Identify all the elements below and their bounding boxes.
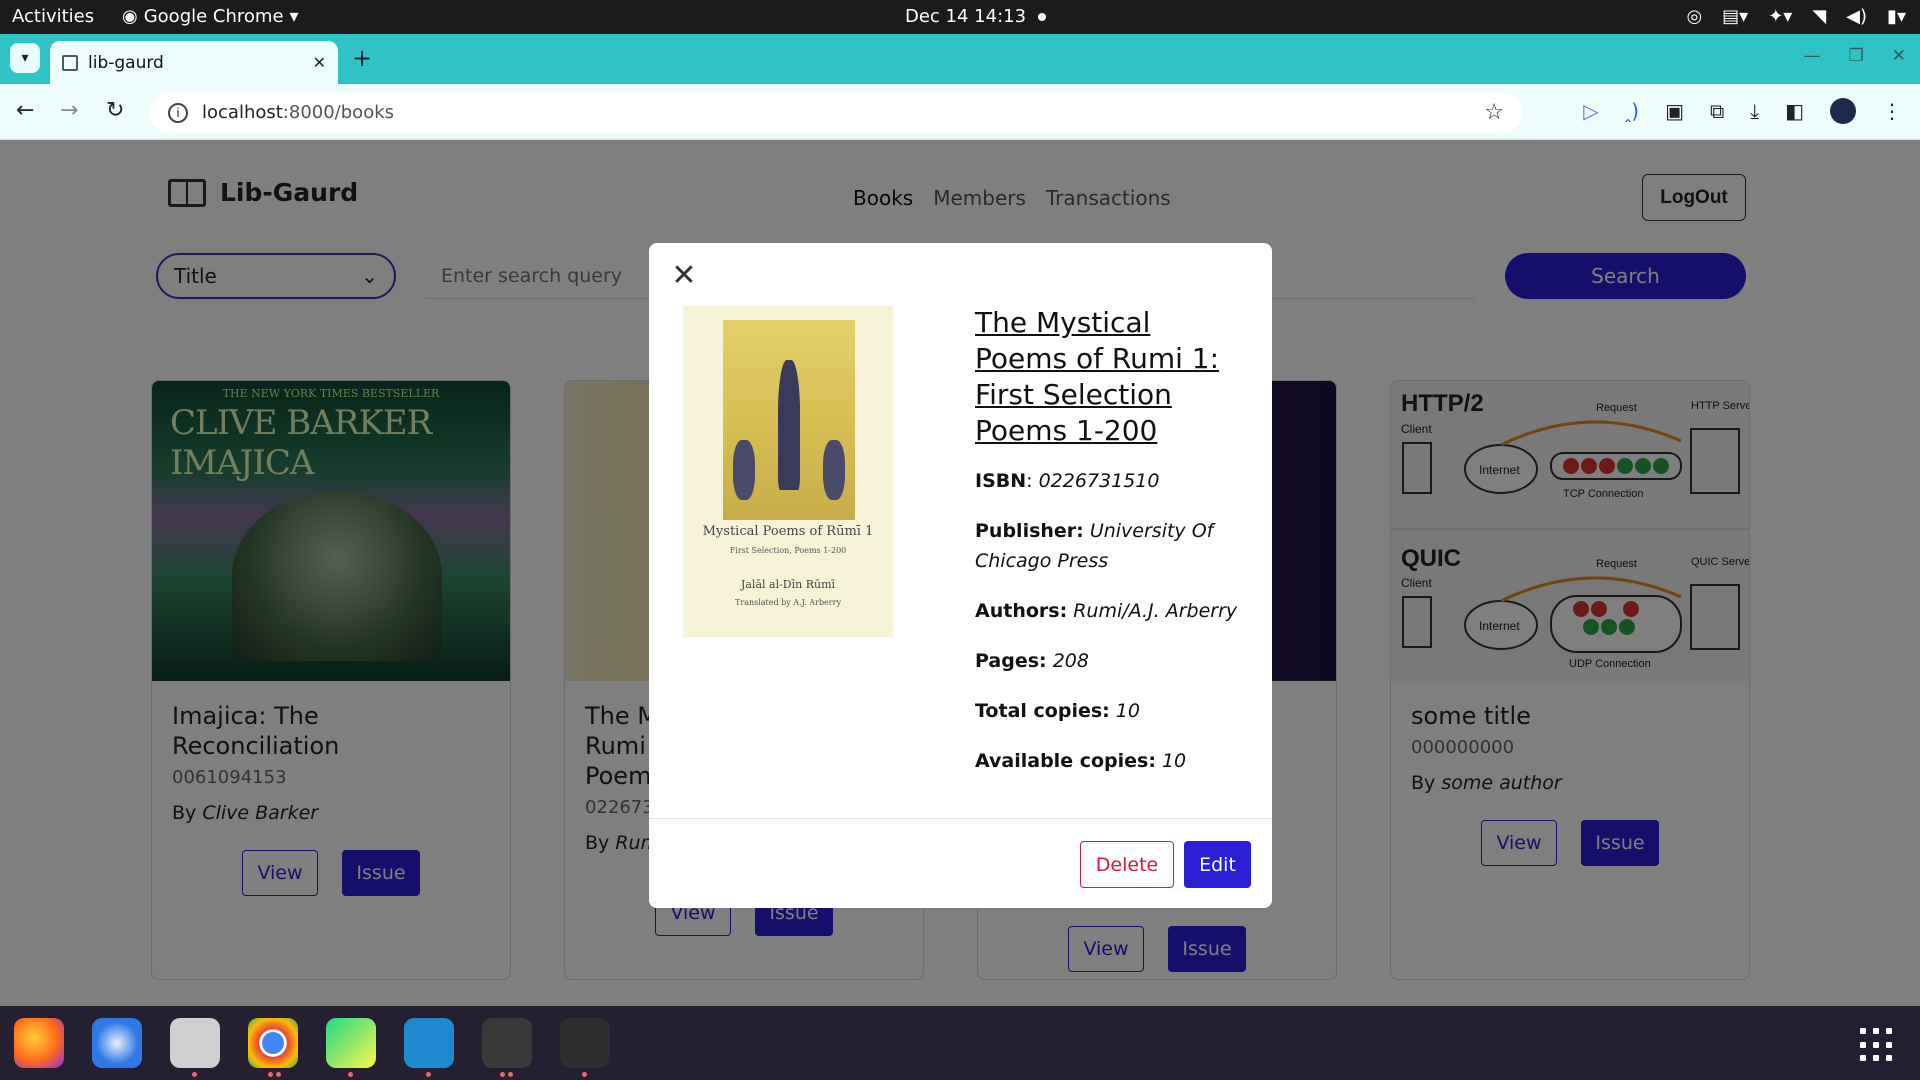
tab-strip: ▾ lib-gaurd ✕ + — ❐ ✕ [0, 34, 1920, 84]
download-icon[interactable]: ⤓ [1750, 99, 1759, 123]
clock-text: Dec 14 14:13 [905, 6, 1027, 27]
side-panel-icon[interactable]: ◧ [1785, 99, 1804, 123]
tab-title: lib-gaurd [88, 52, 164, 73]
edit-button[interactable]: Edit [1184, 841, 1251, 888]
url-host: localhost [202, 102, 283, 123]
cover-title: Mystical Poems of Rūmī 1 [702, 524, 874, 539]
volume-icon[interactable]: ◀) [1846, 6, 1867, 27]
battery-icon[interactable]: ▮▾ [1887, 6, 1906, 27]
available-copies-field: Available copies: 10 [975, 746, 1245, 776]
chrome-icon: ◉ [122, 6, 138, 27]
isbn-value: 0226731510 [1038, 470, 1160, 492]
chrome-icon[interactable] [248, 1018, 298, 1068]
app-name: Google Chrome [143, 6, 284, 27]
pages-field: Pages: 208 [975, 646, 1245, 676]
activities-button[interactable]: Activities [12, 6, 94, 27]
files-icon[interactable] [170, 1018, 220, 1068]
publisher-field: Publisher: University Of Chicago Press [975, 516, 1245, 576]
isbn-label: ISBN [975, 470, 1027, 492]
authors-label: Authors: [975, 600, 1068, 622]
tab-lib-gaurd[interactable]: lib-gaurd ✕ [50, 41, 338, 84]
cover-figure [733, 440, 755, 500]
browser-toolbar: ← → ↻ i localhost:8000/books ☆ ▷ ꞈ) ▣ ⧉ … [0, 84, 1920, 140]
page-content: Lib-Gaurd Books Members Transactions Log… [0, 140, 1920, 1006]
url-text[interactable]: localhost:8000/books [202, 102, 1470, 123]
firefox-icon[interactable] [14, 1018, 64, 1068]
authors-value: Rumi/A.J. Arberry [1073, 600, 1238, 622]
system-monitor-icon[interactable] [560, 1018, 610, 1068]
pycharm-icon[interactable] [326, 1018, 376, 1068]
accessibility-icon[interactable]: ✦▾ [1768, 6, 1792, 27]
chevron-down-icon: ▾ [289, 6, 299, 27]
running-indicator [582, 1072, 587, 1077]
audio-extension-icon[interactable]: ꞈ) [1625, 99, 1639, 124]
cover-figure [823, 440, 845, 500]
wifi-icon[interactable]: ◥ [1812, 6, 1826, 27]
clock[interactable]: Dec 14 14:13 [905, 6, 1047, 27]
tab-search-button[interactable]: ▾ [10, 43, 40, 73]
system-tray[interactable]: ◎ ▤▾ ✦▾ ◥ ◀) ▮▾ [1686, 6, 1906, 27]
book-details-modal: ✕ Mystical Poems of Rūmī 1 First Selecti… [649, 243, 1272, 908]
terminal-icon[interactable] [482, 1018, 532, 1068]
show-apps-grid-icon[interactable] [1860, 1028, 1894, 1062]
page-favicon [62, 54, 78, 71]
back-icon[interactable]: ← [16, 98, 34, 123]
extensions-area: ▷ ꞈ) ▣ ⧉ ⤓ ◧ ⋮ [1583, 98, 1902, 124]
total-copies-label: Total copies: [975, 700, 1110, 722]
forward-icon[interactable]: → [60, 98, 78, 123]
system-top-bar: Activities ◉ Google Chrome ▾ Dec 14 14:13 … [0, 0, 1920, 34]
restore-icon[interactable]: ❐ [1849, 46, 1864, 66]
taskbar-dock [0, 1006, 1920, 1080]
running-indicator [276, 1072, 281, 1077]
window-controls: — ❐ ✕ [1804, 46, 1907, 66]
address-bar[interactable]: i localhost:8000/books ☆ [150, 92, 1522, 133]
modal-title: The Mystical Poems of Rumi 1: First Sele… [975, 306, 1220, 447]
running-indicator [192, 1072, 197, 1077]
chrome-tray-icon[interactable]: ◎ [1686, 6, 1702, 27]
cover-subtitle: First Selection, Poems 1-200 [729, 546, 847, 555]
site-info-icon[interactable]: i [168, 102, 188, 123]
pages-label: Pages: [975, 650, 1047, 672]
play-extension-icon[interactable]: ▷ [1583, 99, 1598, 123]
running-indicator [500, 1072, 505, 1077]
cover-figure [778, 360, 800, 490]
available-copies-label: Available copies: [975, 750, 1156, 772]
thunderbird-icon[interactable] [92, 1018, 142, 1068]
notification-dot [1038, 13, 1047, 21]
total-copies-value: 10 [1115, 700, 1140, 722]
book-cover-image: Mystical Poems of Rūmī 1 First Selection… [683, 306, 893, 637]
profile-avatar[interactable] [1830, 98, 1856, 124]
puzzle-icon[interactable]: ⧉ [1710, 99, 1724, 123]
reload-icon[interactable]: ↻ [106, 98, 124, 123]
isbn-field: ISBN: 0226731510 [975, 470, 1160, 492]
url-path: :8000/books [282, 102, 395, 123]
extension-icon[interactable]: ▣ [1665, 99, 1684, 123]
kebab-menu-icon[interactable]: ⋮ [1882, 99, 1902, 123]
tab-close-icon[interactable]: ✕ [313, 53, 326, 72]
authors-field: Authors: Rumi/A.J. Arberry [975, 596, 1245, 626]
new-tab-button[interactable]: + [352, 44, 372, 72]
available-copies-value: 10 [1161, 750, 1187, 772]
total-copies-field: Total copies: 10 [975, 696, 1245, 726]
delete-button[interactable]: Delete [1080, 841, 1174, 888]
clipboard-icon[interactable]: ▤▾ [1722, 6, 1748, 27]
running-indicator [426, 1072, 431, 1077]
running-indicator [268, 1072, 273, 1077]
running-indicator [508, 1072, 513, 1077]
running-indicator [348, 1072, 353, 1077]
vscode-icon[interactable] [404, 1018, 454, 1068]
publisher-label: Publisher: [975, 520, 1084, 542]
modal-footer-divider [649, 818, 1272, 819]
close-window-icon[interactable]: ✕ [1892, 46, 1906, 66]
pages-value: 208 [1052, 650, 1089, 672]
close-icon[interactable]: ✕ [669, 261, 699, 291]
cover-art [723, 320, 855, 520]
cover-author: Jalāl al-Dīn Rūmī [740, 578, 836, 591]
cover-translator: Translated by A.J. Arberry [735, 598, 841, 607]
bookmark-star-icon[interactable]: ☆ [1484, 100, 1504, 125]
app-menu[interactable]: ◉ Google Chrome ▾ [122, 6, 299, 27]
minimize-icon[interactable]: — [1804, 46, 1821, 66]
